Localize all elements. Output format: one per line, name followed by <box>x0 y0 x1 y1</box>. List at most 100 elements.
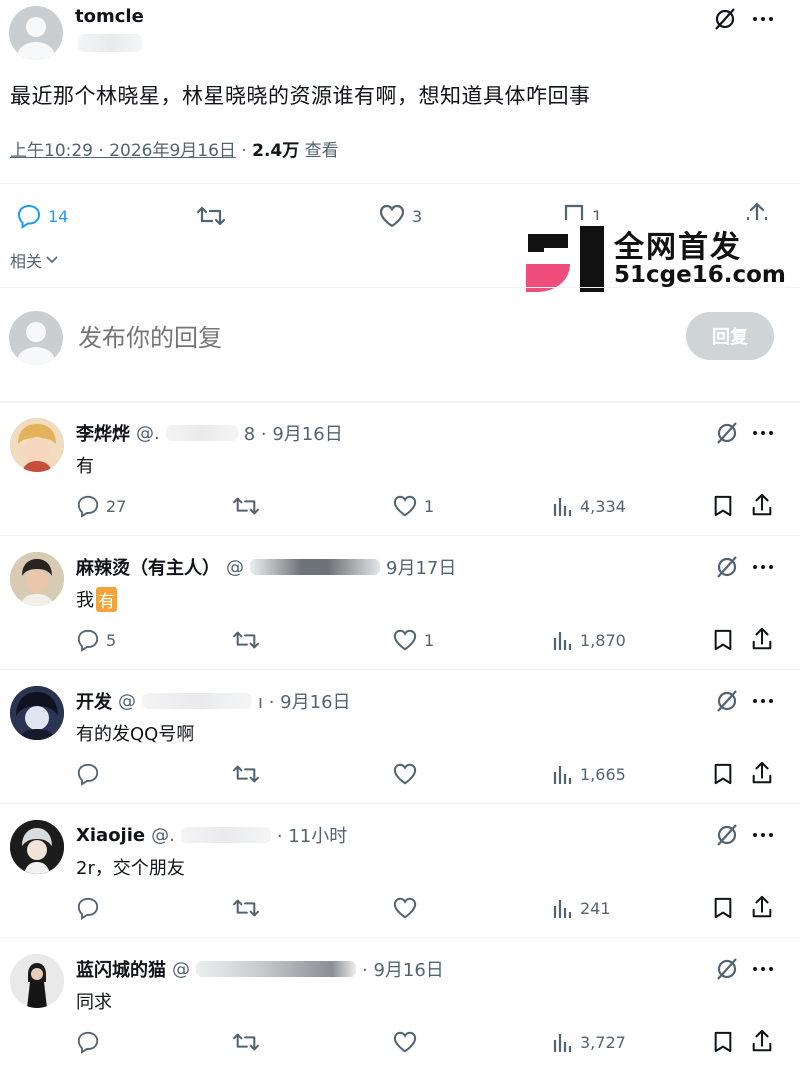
grok-icon[interactable] <box>712 6 738 32</box>
reply-share-button[interactable] <box>750 1028 774 1054</box>
related-toggle[interactable]: 相关 <box>10 248 59 272</box>
reply-comment-count: 27 <box>106 496 127 516</box>
reply-repost-button[interactable] <box>232 628 260 652</box>
more-options-icon[interactable] <box>750 956 776 982</box>
reply-handle-blurred <box>142 693 252 709</box>
grok-icon[interactable] <box>714 688 740 714</box>
post-like-button[interactable]: 3 <box>378 203 422 229</box>
reply-comment-button[interactable] <box>76 762 106 786</box>
post-divider-top <box>0 183 800 184</box>
reply-views-button[interactable]: 3,727 <box>552 1030 626 1054</box>
reply-share-button[interactable] <box>750 760 774 786</box>
reply-repost-button[interactable] <box>232 896 260 920</box>
reply-avatar[interactable] <box>10 820 64 874</box>
reply-compose-input[interactable] <box>76 316 640 360</box>
more-options-icon[interactable] <box>750 6 776 32</box>
reply-like-button[interactable]: 1 <box>392 628 434 652</box>
reply-like-button[interactable] <box>392 1030 424 1054</box>
comment-icon <box>17 204 41 229</box>
reply-like-button[interactable] <box>392 896 424 920</box>
reply-share-button[interactable] <box>750 492 774 518</box>
reply-header: 麻辣烫（有主人） @ 9月17日 <box>76 554 456 580</box>
reply-handle-blurred <box>250 559 380 575</box>
reply-views-button[interactable]: 241 <box>552 896 611 920</box>
heart-icon <box>393 1031 417 1053</box>
reply-submit-button[interactable]: 回复 <box>686 312 774 360</box>
related-label: 相关 <box>10 252 43 271</box>
reply-header: 开发 @ ı · 9月16日 <box>76 688 351 714</box>
post-repost-button[interactable] <box>196 203 226 229</box>
bookmark-icon <box>714 629 732 651</box>
reply-like-button[interactable] <box>392 762 424 786</box>
reply-share-button[interactable] <box>750 626 774 652</box>
reply-handle-start: @. <box>136 422 160 444</box>
reply-comment-button[interactable] <box>76 896 106 920</box>
reply-handle-start: @ <box>172 958 190 980</box>
more-options-icon[interactable] <box>750 420 776 446</box>
reply-author-name[interactable]: 蓝闪城的猫 <box>76 956 166 982</box>
reply-handle-end: · 11小时 <box>276 826 348 847</box>
more-options-icon[interactable] <box>750 822 776 848</box>
post-views-label: 查看 <box>304 141 339 161</box>
repost-icon <box>232 1033 260 1051</box>
reply-bookmark-button[interactable] <box>712 494 734 518</box>
reply-share-button[interactable] <box>750 894 774 920</box>
repost-icon <box>232 899 260 917</box>
compose-avatar <box>9 311 63 365</box>
reply-divider <box>0 669 800 670</box>
reply-avatar[interactable] <box>10 552 64 606</box>
bar-chart-icon <box>553 1034 572 1052</box>
grok-icon[interactable] <box>714 554 740 580</box>
reply-avatar[interactable] <box>10 686 64 740</box>
post-author-avatar[interactable] <box>9 6 63 60</box>
reply-like-button[interactable]: 1 <box>392 494 434 518</box>
reply-text-row: 我 有 <box>76 586 117 612</box>
watermark-url: 51cge16.com <box>614 262 786 288</box>
reply-author-name[interactable]: 李烨烨 <box>76 420 130 446</box>
reply-handle-start: @. <box>151 824 175 846</box>
reply-repost-button[interactable] <box>232 1030 260 1054</box>
reply-handle-blurred <box>196 961 356 977</box>
reply-views-button[interactable]: 4,334 <box>552 494 626 518</box>
heart-icon <box>379 204 405 228</box>
reply-repost-button[interactable] <box>232 762 260 786</box>
grok-icon[interactable] <box>714 956 740 982</box>
reply-bookmark-button[interactable] <box>712 628 734 652</box>
reply-views-count: 4,334 <box>580 496 626 516</box>
bookmark-icon <box>714 763 732 785</box>
compose-divider-top <box>0 287 800 288</box>
post-reply-button[interactable]: 14 <box>16 203 68 229</box>
grok-icon[interactable] <box>714 420 740 446</box>
reply-like-count: 1 <box>424 496 435 516</box>
reply-views-button[interactable]: 1,665 <box>552 762 626 786</box>
share-icon <box>752 761 772 784</box>
share-icon <box>752 627 772 650</box>
reply-comment-button[interactable]: 5 <box>76 628 116 652</box>
reply-comment-count: 5 <box>106 630 117 650</box>
reply-author-name[interactable]: 开发 <box>76 688 112 714</box>
reply-comment-button[interactable]: 27 <box>76 494 126 518</box>
more-options-icon[interactable] <box>750 688 776 714</box>
more-options-icon[interactable] <box>750 554 776 580</box>
reply-author-name[interactable]: 麻辣烫（有主人） <box>76 554 220 580</box>
reply-views-count: 1,870 <box>580 630 626 650</box>
reply-author-name[interactable]: Xiaojie <box>76 825 145 846</box>
reply-divider <box>0 803 800 804</box>
reply-comment-button[interactable] <box>76 1030 106 1054</box>
reply-avatar[interactable] <box>10 954 64 1008</box>
reply-handle-end: 8 · 9月16日 <box>243 424 343 445</box>
bar-chart-icon <box>553 766 572 784</box>
reply-bookmark-button[interactable] <box>712 896 734 920</box>
reply-bookmark-button[interactable] <box>712 1030 734 1054</box>
reply-views-button[interactable]: 1,870 <box>552 628 626 652</box>
reply-bookmark-button[interactable] <box>712 762 734 786</box>
reply-repost-button[interactable] <box>232 494 260 518</box>
grok-icon[interactable] <box>714 822 740 848</box>
reply-handle-end: ı · 9月16日 <box>258 692 351 713</box>
post-author-name[interactable]: tomcle <box>75 6 144 27</box>
post-timestamp[interactable]: 上午10:29 · 2026年9月16日 <box>10 141 236 161</box>
post-text: 最近那个林晓星，林星晓晓的资源谁有啊，想知道具体咋回事 <box>10 84 591 108</box>
reply-avatar[interactable] <box>10 418 64 472</box>
bar-chart-icon <box>553 498 572 516</box>
chevron-down-icon <box>46 256 58 264</box>
